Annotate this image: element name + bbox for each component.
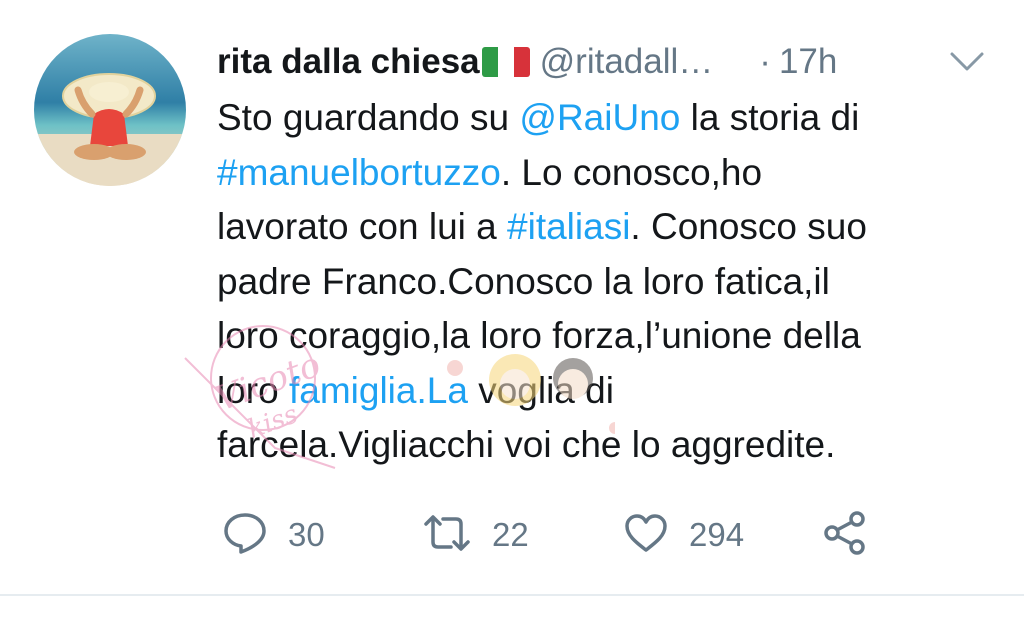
tweet-text-segment: loro — [217, 369, 289, 411]
italian-flag-icon — [481, 47, 530, 77]
like-button[interactable]: 294 — [623, 505, 744, 565]
tweet-text-segment: farcela.Vigliacchi voi che lo aggredite. — [217, 424, 836, 465]
hashtag-link[interactable]: #manuelbortuzzo — [217, 152, 501, 193]
user-handle[interactable]: @ritadall… — [540, 42, 714, 82]
tweet-text-line: loro famiglia.La voglia di — [217, 364, 1007, 419]
avatar[interactable] — [34, 34, 186, 186]
tweet-text-segment: . Conosco suo — [630, 206, 867, 247]
like-count: 294 — [689, 516, 745, 553]
tweet-text-segment: la storia di — [680, 97, 860, 138]
reply-button[interactable]: 30 — [222, 505, 325, 565]
tweet-header: rita dalla chiesa @ritadall… · 17h — [217, 38, 997, 86]
tweet-text-segment: voglia di — [467, 369, 614, 411]
chevron-down-icon[interactable] — [945, 44, 989, 80]
retweet-count: 22 — [492, 516, 529, 553]
reply-count: 30 — [288, 516, 325, 553]
timestamp[interactable]: 17h — [779, 42, 837, 82]
reply-icon — [222, 511, 268, 560]
retweet-icon — [422, 513, 472, 558]
tweet-text-line: padre Franco.Conosco la loro fatica,il — [217, 255, 1007, 310]
share-icon — [822, 510, 868, 561]
tweet-text-segment: . Lo conosco,ho — [500, 151, 763, 193]
tweet-text-line: #manuelbortuzzo. Lo conosco,ho — [217, 146, 1007, 201]
tweet-text-segment: Sto guardando su — [217, 97, 520, 138]
display-name[interactable]: rita dalla chiesa — [217, 42, 480, 82]
tweet-text: Sto guardando su @RaiUno la storia di #ma… — [217, 91, 1007, 473]
tweet-text-line: farcela.Vigliacchi voi che lo aggredite. — [217, 418, 1007, 473]
tweet-text-segment: padre Franco.Conosco la loro fatica,il — [217, 260, 830, 302]
tweet-text-segment: loro coraggio,la loro forza,l’unione del… — [217, 315, 861, 356]
share-button[interactable] — [822, 505, 868, 565]
hashtag-link[interactable]: famiglia.La — [289, 370, 468, 411]
tweet[interactable]: rita dalla chiesa @ritadall… · 17h Sto g… — [0, 0, 1024, 625]
hashtag-link[interactable]: #italiasi — [507, 206, 630, 247]
divider — [0, 594, 1024, 596]
tweet-text-line: loro coraggio,la loro forza,l’unione del… — [217, 309, 1007, 364]
separator-dot: · — [759, 42, 771, 81]
tweet-text-segment: lavorato con lui a — [217, 206, 508, 247]
heart-icon — [623, 512, 669, 559]
tweet-actions: 30 22 294 — [0, 505, 1024, 565]
retweet-button[interactable]: 22 — [422, 505, 529, 565]
mention-link[interactable]: @RaiUno — [519, 97, 680, 138]
tweet-text-line: Sto guardando su @RaiUno la storia di — [217, 91, 1007, 146]
tweet-text-line: lavorato con lui a #italiasi. Conosco su… — [217, 200, 1007, 255]
